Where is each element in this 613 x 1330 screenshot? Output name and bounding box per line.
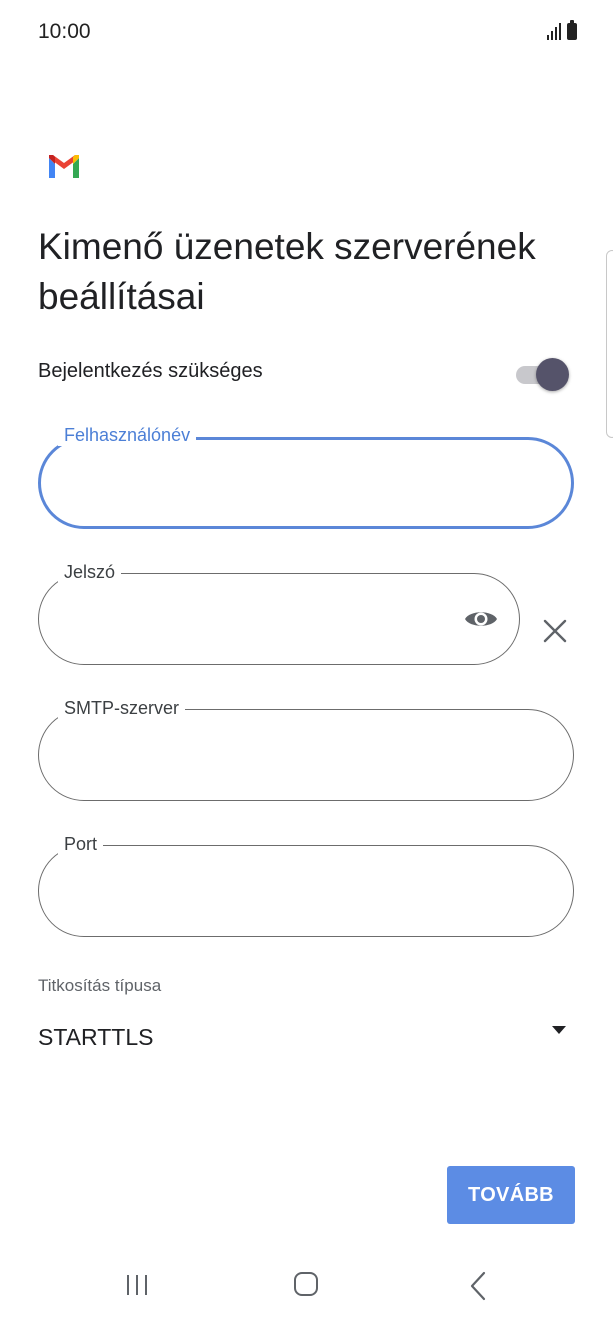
signal-icon (547, 22, 561, 40)
login-required-toggle[interactable] (516, 356, 570, 392)
close-icon[interactable] (542, 618, 568, 644)
encryption-type-label: Titkosítás típusa (38, 976, 162, 995)
port-input[interactable] (62, 873, 466, 911)
password-input[interactable] (62, 601, 466, 639)
smtp-server-field[interactable]: SMTP-szerver (38, 697, 574, 801)
recent-apps-icon[interactable] (124, 1274, 150, 1296)
gmail-logo (49, 155, 79, 178)
smtp-server-input[interactable] (62, 737, 466, 775)
password-field[interactable]: Jelszó (38, 561, 520, 665)
login-required-label: Bejelentkezés szükséges (38, 360, 263, 382)
username-field[interactable]: Felhasználónév (38, 424, 574, 529)
toggle-thumb (536, 358, 569, 391)
status-icons (547, 20, 577, 40)
port-label: Port (58, 833, 104, 855)
encryption-type-dropdown[interactable]: STARTTLS (38, 1020, 568, 1060)
smtp-server-label: SMTP-szerver (58, 697, 186, 719)
navigation-bar (0, 1250, 613, 1330)
page-title: Kimenő üzenetek szerverének beállításai (38, 226, 536, 317)
status-bar: 10:00 (0, 0, 613, 64)
password-label: Jelszó (58, 561, 122, 583)
login-required-row: Bejelentkezés szükséges (38, 352, 574, 394)
port-field[interactable]: Port (38, 833, 574, 937)
battery-icon (567, 20, 577, 40)
username-label: Felhasználónév (58, 424, 197, 446)
next-button[interactable]: TOVÁBB (447, 1166, 575, 1224)
dropdown-arrow-icon (552, 1026, 566, 1034)
username-input[interactable] (62, 465, 466, 503)
back-icon[interactable] (468, 1271, 488, 1301)
encryption-type-value: STARTTLS (38, 1024, 154, 1050)
scrollbar[interactable] (606, 250, 613, 438)
home-icon[interactable] (294, 1272, 318, 1296)
eye-icon[interactable] (464, 607, 498, 631)
status-time: 10:00 (38, 20, 91, 43)
